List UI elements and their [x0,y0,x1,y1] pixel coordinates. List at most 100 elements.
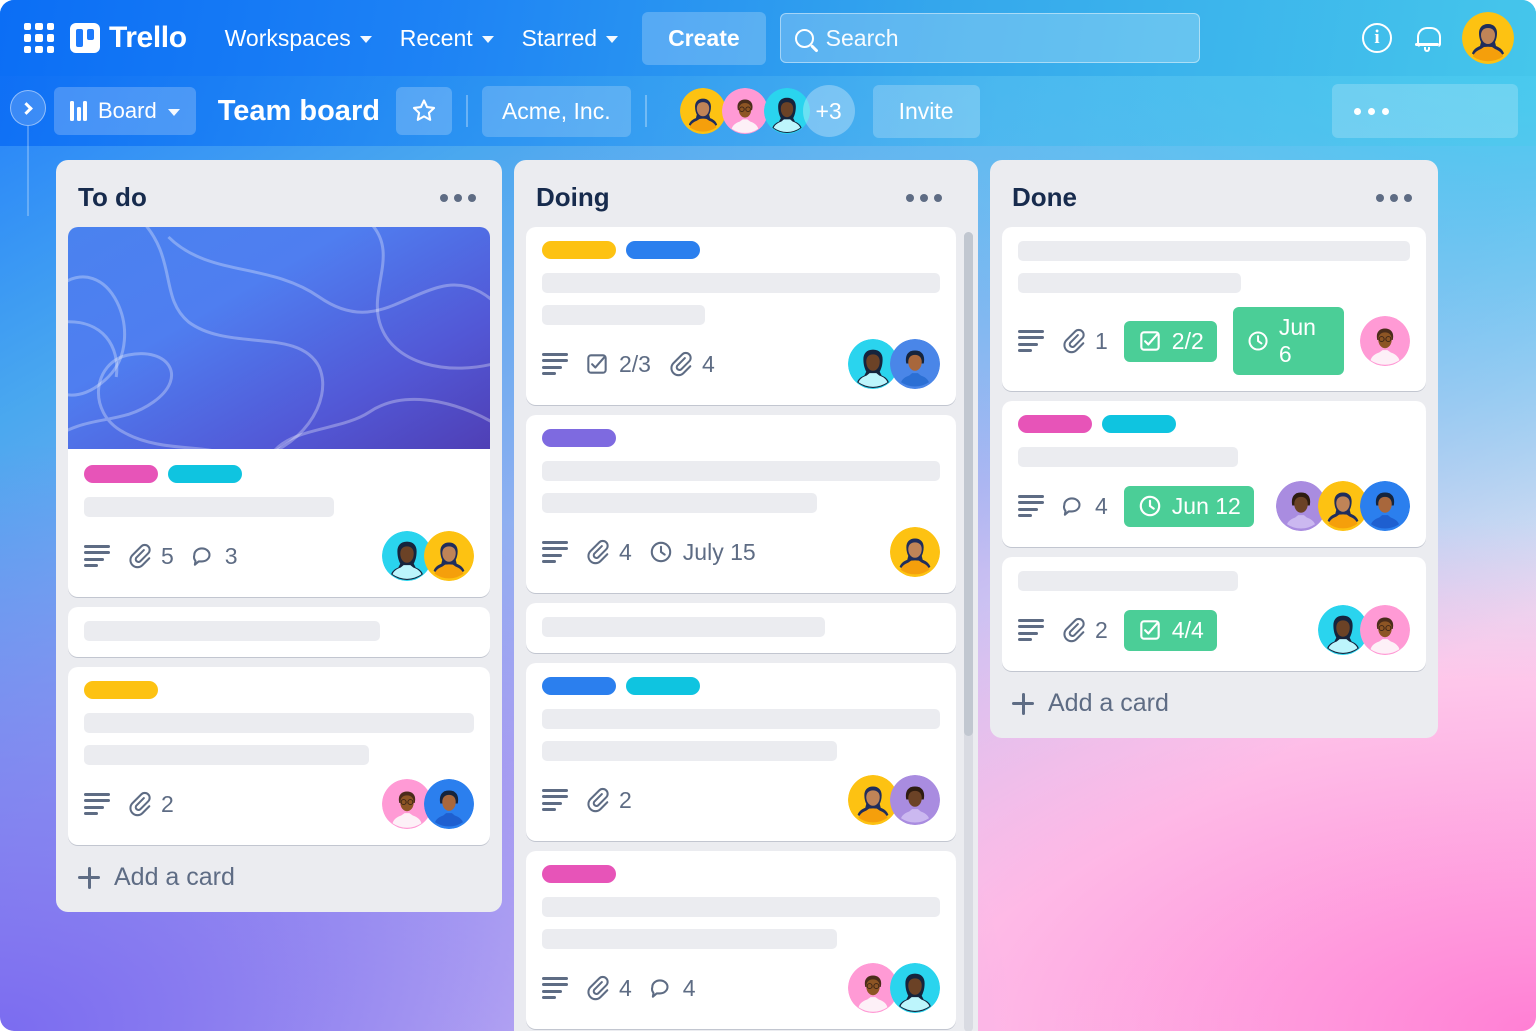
card-member-avatar[interactable] [1360,481,1410,531]
attachment-badge: 4 [584,975,632,1002]
card-member-avatar[interactable] [890,775,940,825]
card-badges: 1 2/2 Jun 6 [1018,307,1410,375]
card-member-avatar[interactable] [424,531,474,581]
description-icon [1018,494,1044,518]
checklist-badge-complete: 4/4 [1123,609,1217,651]
scrollbar-thumb[interactable] [964,232,973,736]
checklist-icon [1140,331,1160,351]
card-badges: 4 July 15 [542,527,940,577]
card[interactable]: 5 3 [68,227,490,597]
add-card-button[interactable]: Add a card [68,845,490,900]
add-card-button[interactable]: Add a card [1002,671,1426,726]
label-pink[interactable] [84,465,158,483]
due-date-value: Jun 6 [1278,314,1316,367]
card[interactable]: 2/3 4 [526,227,956,405]
label-yellow[interactable] [84,681,158,699]
label-yellow[interactable] [542,241,616,259]
description-icon [542,788,568,812]
card[interactable]: 4 July 15 [526,415,956,593]
label-cyan[interactable] [168,465,242,483]
attachment-count: 4 [619,974,632,1001]
card-cover-image [68,227,490,449]
card-member-avatar[interactable] [1360,316,1410,366]
card-title-placeholder [542,929,837,949]
trello-board-app: Trello Workspaces Recent Starred Create … [0,0,1536,1031]
label-blue[interactable] [626,241,700,259]
label-cyan[interactable] [626,677,700,695]
card-title-placeholder [84,621,381,641]
workspace-name-chip[interactable]: Acme, Inc. [481,85,631,137]
nav-workspaces-label: Workspaces [224,24,351,51]
page-title: Team board [217,94,380,127]
list-menu-ellipsis[interactable] [900,188,948,208]
label-purple[interactable] [542,429,616,447]
list-menu-ellipsis[interactable] [434,188,482,208]
card-badges: 4 4 [542,963,940,1013]
board-menu-button[interactable] [1332,84,1518,138]
sidebar-toggle-button[interactable] [10,90,46,126]
card[interactable] [68,607,490,657]
card-member-avatar[interactable] [890,527,940,577]
divider [465,95,468,127]
nav-recent[interactable]: Recent [386,16,508,61]
card-title-placeholder [542,709,940,729]
card-members [848,963,940,1013]
trello-logo[interactable]: Trello [70,21,187,55]
description-icon [1018,618,1044,642]
card[interactable]: 2 4/4 [1002,557,1426,671]
comment-icon [650,979,669,998]
card[interactable]: 4 Jun 12 [1002,401,1426,547]
attachment-icon [129,791,151,817]
description-icon [84,544,110,568]
card-members [848,775,940,825]
plus-icon [78,866,100,889]
attachment-count: 5 [161,542,174,569]
description-icon [542,976,568,1000]
description-icon [84,792,110,816]
chevron-down-icon [606,36,619,43]
board-view-switcher[interactable]: Board [54,87,196,135]
card-labels [1018,415,1410,433]
label-cyan[interactable] [1102,415,1176,433]
nav-workspaces[interactable]: Workspaces [211,16,386,61]
card-title-placeholder [542,305,706,325]
list-scrollbar[interactable] [964,232,973,1031]
more-members-badge[interactable]: +3 [802,85,855,137]
card-member-avatar[interactable] [424,779,474,829]
create-button[interactable]: Create [642,11,766,65]
card-member-avatar[interactable] [1360,605,1410,655]
description-icon [542,540,568,564]
card[interactable]: 2 [526,663,956,841]
checklist-icon [1140,620,1160,640]
trello-logo-icon [70,23,100,53]
attachment-badge: 2 [584,787,632,814]
checklist-count: 4/4 [1171,616,1204,643]
card-member-avatar[interactable] [890,963,940,1013]
due-date-value: July 15 [682,538,756,565]
list-title: Done [1012,182,1077,212]
attachment-icon [670,351,692,377]
checklist-count: 2/3 [619,350,651,377]
card[interactable]: 2 [68,667,490,845]
card-members [848,339,940,389]
card[interactable]: 4 4 [526,851,956,1029]
nav-starred[interactable]: Starred [508,16,632,61]
card-title-placeholder [1018,273,1242,293]
card-labels [84,465,474,483]
card[interactable] [526,603,956,653]
search-input[interactable]: Search [779,13,1200,63]
label-blue[interactable] [542,677,616,695]
invite-button[interactable]: Invite [872,84,980,138]
card-member-avatar[interactable] [890,339,940,389]
bell-icon[interactable] [1412,23,1442,53]
star-board-button[interactable] [395,87,452,135]
label-pink[interactable] [1018,415,1092,433]
grid-apps-icon[interactable] [24,23,54,53]
user-avatar[interactable] [1462,12,1514,64]
clock-icon [1139,495,1161,517]
card-title-placeholder [542,493,817,513]
list-menu-ellipsis[interactable] [1370,188,1418,208]
info-icon[interactable]: i [1362,23,1392,53]
label-pink[interactable] [542,865,616,883]
card[interactable]: 1 2/2 Jun 6 [1002,227,1426,391]
